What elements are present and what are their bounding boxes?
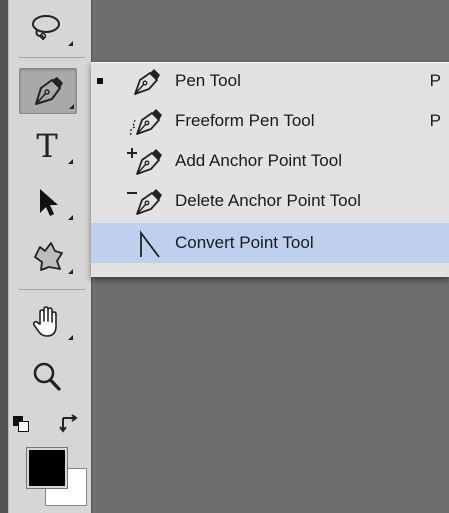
tools-column: T bbox=[8, 0, 91, 513]
menu-item-shortcut: P bbox=[429, 111, 441, 130]
magnifier-icon bbox=[33, 362, 61, 391]
pen-tool-button[interactable] bbox=[19, 68, 77, 114]
zoom-tool-button[interactable] bbox=[19, 354, 75, 398]
hand-tool-button[interactable] bbox=[19, 300, 75, 344]
selected-bullet bbox=[97, 78, 103, 84]
menu-item-freeform-pen-tool[interactable]: Freeform Pen Tool P bbox=[91, 103, 449, 139]
lasso-icon bbox=[32, 15, 60, 41]
more-tools-indicator bbox=[69, 104, 74, 109]
more-tools-indicator bbox=[68, 159, 73, 164]
arrow-cursor-icon bbox=[40, 189, 58, 216]
more-tools-indicator bbox=[68, 215, 73, 220]
lasso-tool-button[interactable] bbox=[19, 6, 75, 50]
menu-item-label: Add Anchor Point Tool bbox=[175, 151, 342, 170]
type-icon: T bbox=[36, 127, 58, 165]
menu-item-delete-anchor-point-tool[interactable]: Delete Anchor Point Tool bbox=[91, 183, 449, 219]
menu-item-add-anchor-point-tool[interactable]: Add Anchor Point Tool bbox=[91, 143, 449, 179]
type-tool-button[interactable]: T bbox=[19, 124, 75, 168]
more-tools-indicator bbox=[68, 269, 73, 274]
pen-tools-flyout-menu: Pen Tool P Freeform Pen Tool P Add Ancho… bbox=[91, 62, 449, 277]
custom-shape-tool-button[interactable] bbox=[19, 234, 75, 278]
pen-icon bbox=[35, 77, 63, 105]
tools-panel: T bbox=[0, 0, 92, 513]
menu-item-convert-point-tool[interactable]: Convert Point Tool bbox=[91, 223, 449, 263]
toolbar-divider bbox=[19, 289, 85, 290]
pen-icon bbox=[134, 69, 160, 95]
menu-item-label: Freeform Pen Tool bbox=[175, 111, 315, 130]
freeform-pen-icon bbox=[129, 109, 162, 136]
menu-item-label: Delete Anchor Point Tool bbox=[175, 191, 361, 210]
menu-item-label: Pen Tool bbox=[175, 71, 241, 90]
delete-anchor-point-icon bbox=[127, 189, 162, 215]
menu-item-label: Convert Point Tool bbox=[175, 233, 314, 252]
menu-item-pen-tool[interactable]: Pen Tool P bbox=[91, 63, 449, 99]
more-tools-indicator bbox=[68, 335, 73, 340]
custom-shape-icon bbox=[34, 242, 63, 271]
swap-colors-icon[interactable] bbox=[59, 412, 81, 434]
menu-item-shortcut: P bbox=[429, 71, 441, 90]
convert-point-icon bbox=[140, 230, 160, 258]
add-anchor-point-icon bbox=[127, 148, 162, 175]
default-colors-icon[interactable] bbox=[13, 416, 29, 432]
more-tools-indicator bbox=[68, 41, 73, 46]
path-selection-tool-button[interactable] bbox=[19, 180, 75, 224]
foreground-color-swatch[interactable] bbox=[27, 448, 67, 488]
toolbar-divider bbox=[19, 57, 85, 58]
hand-icon bbox=[32, 306, 57, 337]
